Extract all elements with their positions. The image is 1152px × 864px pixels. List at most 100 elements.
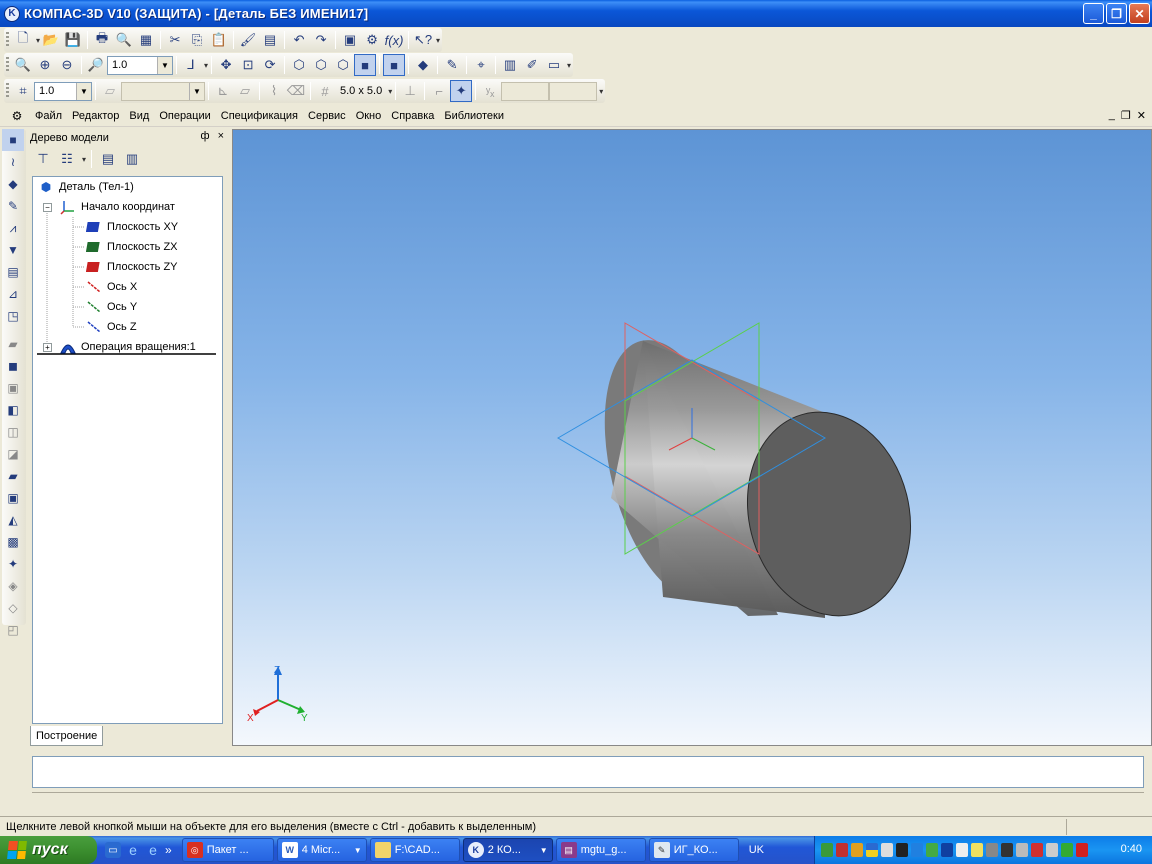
filters-icon[interactable]: ▼ [2, 239, 24, 261]
minimize-button[interactable]: _ [1083, 3, 1104, 24]
expand-origin-icon[interactable]: − [43, 203, 52, 212]
show-all-icon[interactable]: ⊡ [237, 54, 259, 76]
quick-launch-more-icon[interactable]: » [165, 843, 172, 857]
tray-tool-icon[interactable] [986, 843, 998, 857]
zoom-scale-icon[interactable]: 🔎 [85, 54, 107, 76]
library-icon[interactable]: ⚙ [361, 29, 383, 51]
tray-info-icon[interactable] [971, 843, 983, 857]
menu-service[interactable]: Сервис [303, 110, 351, 122]
menu-view[interactable]: Вид [124, 110, 154, 122]
hidden-thin-icon[interactable]: ⬡ [332, 54, 354, 76]
save-icon[interactable]: 💾 [62, 29, 84, 51]
desktop-icon[interactable]: ▭ [105, 842, 121, 858]
kinematic-icon[interactable]: ▣ [2, 377, 24, 399]
tray-card-icon[interactable] [956, 843, 968, 857]
menu-specification[interactable]: Спецификация [216, 110, 303, 122]
edit-part-icon[interactable]: ■ [2, 129, 24, 151]
tree-node-plane-xy[interactable]: Плоскость XY [85, 218, 178, 236]
print-icon[interactable]: 🖶 [91, 29, 113, 51]
task-button-1[interactable]: ◎ Пакет ... [181, 838, 274, 862]
snaps-icon[interactable]: ✦ [450, 80, 473, 102]
mcs-icon[interactable]: ⌖ [470, 54, 492, 76]
loft-icon[interactable]: ◧ [2, 399, 24, 421]
dimensions-icon[interactable]: ⩘ [2, 217, 24, 239]
clock[interactable]: 0:40 [1121, 843, 1142, 855]
zoom-dropdown-arrow-icon[interactable]: ▼ [157, 56, 172, 74]
tray-security-icon[interactable] [1076, 843, 1088, 857]
grid-icon[interactable]: # [314, 80, 336, 102]
chamfer-icon[interactable]: ▣ [2, 487, 24, 509]
pin-icon[interactable]: ф [201, 130, 210, 142]
tree-node-plane-zy[interactable]: Плоскость ZY [85, 258, 178, 276]
ie-icon[interactable]: e [125, 842, 141, 858]
tray-bluetooth-icon[interactable] [941, 843, 953, 857]
shaded-edges-icon[interactable]: ■ [383, 54, 406, 76]
rotate-icon[interactable]: ⟳ [259, 54, 281, 76]
menu-help[interactable]: Справка [386, 110, 439, 122]
tray-sync-icon[interactable] [926, 843, 938, 857]
zoom-combo[interactable]: 1.0 ▼ [107, 55, 173, 75]
display-icon[interactable]: ▭ [543, 54, 565, 76]
tree-doc-icon[interactable]: ▤ [97, 148, 119, 170]
menu-editor[interactable]: Редактор [67, 110, 124, 122]
eraser-icon[interactable]: ⌫ [285, 80, 307, 102]
tree-node-plane-zx[interactable]: Плоскость ZX [85, 238, 178, 256]
tray-network-icon[interactable] [911, 843, 923, 857]
document-icon[interactable]: ⚙ [8, 108, 26, 124]
tray-flag-icon[interactable] [866, 843, 878, 857]
tray-gear-icon[interactable] [821, 843, 833, 857]
zoom-window-icon[interactable]: 🔍 [12, 54, 34, 76]
tray-monitor-icon[interactable] [1001, 843, 1013, 857]
measure-icon[interactable]: ⊿ [2, 283, 24, 305]
menu-operations[interactable]: Операции [154, 110, 215, 122]
shell-icon[interactable]: ▩ [2, 531, 24, 553]
task-button-2[interactable]: W 4 Micr... ▼ [276, 838, 367, 862]
surfaces-icon[interactable]: ◆ [2, 173, 24, 195]
tray-signal-icon[interactable] [881, 843, 893, 857]
cut-icon[interactable]: ✂ [164, 29, 186, 51]
zoom-in-icon[interactable]: ⊕ [34, 54, 56, 76]
tree-node-axis-z[interactable]: Ось Z [85, 318, 137, 336]
tree-node-part[interactable]: ⬢ Деталь (Тел-1) [37, 178, 134, 196]
property-field[interactable] [32, 756, 1144, 788]
measure-icon[interactable]: ▥ [499, 54, 521, 76]
orientation-chevron-icon[interactable]: ▾ [204, 61, 208, 70]
object-properties-icon[interactable]: ▤ [259, 29, 281, 51]
zoom-out-icon[interactable]: ⊖ [56, 54, 78, 76]
doc-restore-icon[interactable]: ❐ [1121, 109, 1131, 122]
sheet-metal-icon[interactable]: ◳ [2, 305, 24, 327]
tray-antivirus-icon[interactable] [836, 843, 848, 857]
kompas-app-icon[interactable]: K [4, 5, 20, 22]
tray-wifi-icon[interactable] [1016, 843, 1028, 857]
tree-node-axis-x[interactable]: Ось X [85, 278, 137, 296]
perspective-icon[interactable]: ◆ [412, 54, 434, 76]
grid-size-value[interactable]: 5.0 x 5.0 [340, 85, 382, 97]
wireframe-icon[interactable]: ⬡ [288, 54, 310, 76]
print-preview-icon[interactable]: 🔍 [113, 29, 135, 51]
cut-revolve-icon[interactable]: ◪ [2, 443, 24, 465]
array-icon[interactable]: ◇ [2, 597, 24, 619]
tree-node-axis-y[interactable]: Ось Y [85, 298, 137, 316]
tree-node-origin[interactable]: Начало координат [59, 198, 175, 216]
language-indicator[interactable]: UK [749, 844, 764, 856]
tab-construction[interactable]: Построение [30, 726, 104, 746]
restore-button[interactable]: ❐ [1106, 3, 1127, 24]
toolbar-options-chevron-icon[interactable]: ▾ [567, 61, 571, 70]
hidden-lines-icon[interactable]: ⬡ [310, 54, 332, 76]
task-button-5[interactable]: ▤ mgtu_g... [555, 838, 646, 862]
toolbar-options-chevron-icon[interactable]: ▾ [599, 87, 603, 96]
cylinder-body[interactable] [581, 326, 932, 633]
help-pointer-icon[interactable]: ↖? [412, 29, 434, 51]
menu-file[interactable]: Файл [30, 110, 67, 122]
hole-icon[interactable]: ◈ [2, 575, 24, 597]
spec-icon[interactable]: ▤ [2, 261, 24, 283]
start-button[interactable]: пуск [0, 836, 97, 864]
manager-icon[interactable]: ▣ [339, 29, 361, 51]
plane-icon[interactable]: ▱ [234, 80, 256, 102]
paste-icon[interactable]: 📋 [208, 29, 230, 51]
orientation-icon[interactable]: ⅃ [180, 54, 202, 76]
open-folder-icon[interactable]: 📂 [40, 29, 62, 51]
variables-fx-icon[interactable]: f(x) [383, 29, 405, 51]
spatial-curves-icon[interactable]: ≀ [2, 151, 24, 173]
tray-volume-icon[interactable] [1046, 843, 1058, 857]
